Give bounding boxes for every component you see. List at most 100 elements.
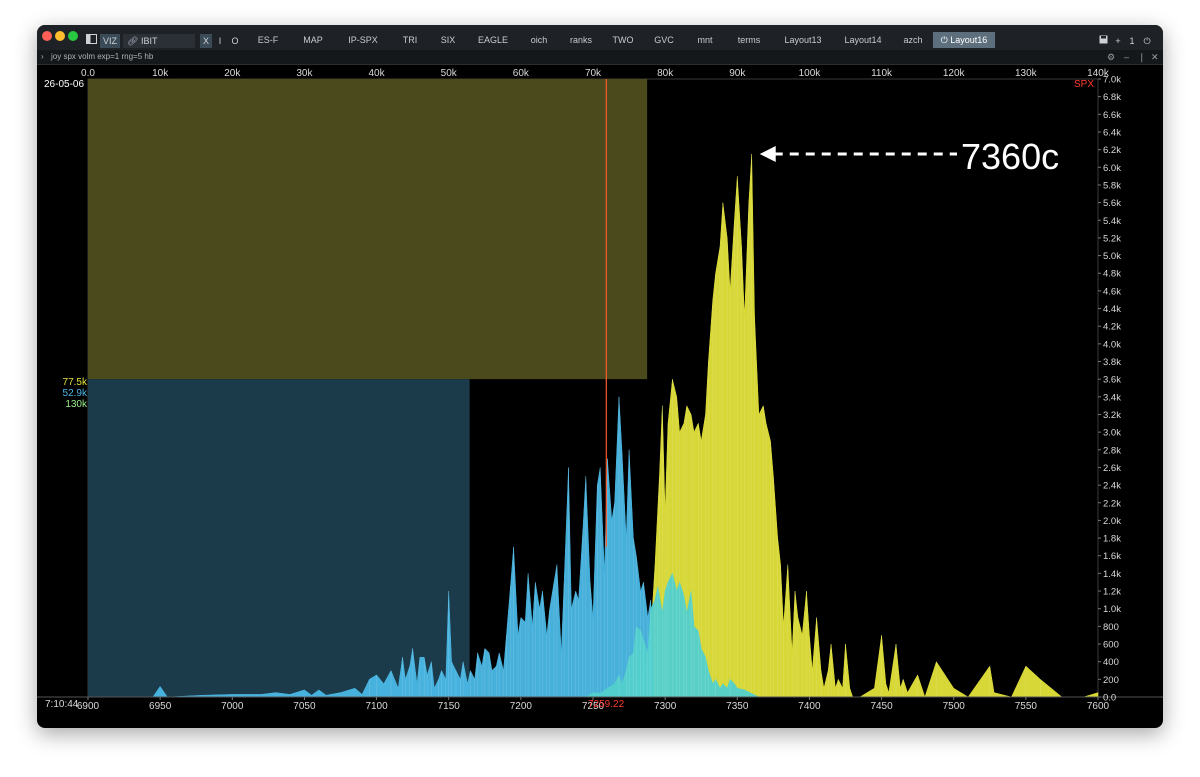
- tab-es-f[interactable]: ES-F: [245, 32, 291, 48]
- top-axis-tick-label: 50k: [441, 68, 458, 79]
- add-button[interactable]: +: [1113, 34, 1123, 48]
- y-tick-label: 4.0k: [1103, 339, 1121, 350]
- annotation-arrowhead: [759, 146, 776, 163]
- top-axis-tick-label: 110k: [871, 68, 893, 79]
- tab-map[interactable]: MAP: [291, 32, 335, 48]
- minimize-window-button[interactable]: [55, 31, 65, 41]
- mode-i-button[interactable]: I: [215, 34, 225, 48]
- y-tick-label: 1.4k: [1103, 569, 1121, 580]
- y-tick-label: 5.8k: [1103, 180, 1121, 191]
- ticker-value: IBIT: [140, 36, 158, 46]
- spot-price-label: 7259.22: [588, 699, 625, 710]
- y-tick-label: 1.2k: [1103, 587, 1121, 598]
- tab-layout16[interactable]: ⏻ Layout16: [933, 32, 995, 48]
- minimize-icon[interactable]: –: [1124, 50, 1129, 64]
- top-axis-tick-label: 10k: [152, 68, 169, 79]
- y-tick-label: 5.6k: [1103, 198, 1121, 209]
- power-icon: ⏻: [940, 35, 951, 45]
- tab-terms[interactable]: terms: [725, 32, 773, 48]
- top-axis-tick-label: 20k: [224, 68, 241, 79]
- tab-six[interactable]: SIX: [429, 32, 467, 48]
- top-axis-tick-label: 100k: [799, 68, 822, 79]
- top-axis-tick-label: 30k: [296, 68, 313, 79]
- top-axis-tick-label: 80k: [657, 68, 674, 79]
- close-icon[interactable]: ✕: [1151, 50, 1159, 64]
- mode-o-button[interactable]: O: [229, 34, 241, 48]
- tab-tri[interactable]: TRI: [391, 32, 429, 48]
- x-tick-label: 7050: [293, 701, 316, 712]
- put-total-label: 52.9k: [62, 388, 87, 399]
- y-tick-label: 200: [1103, 675, 1119, 686]
- y-tick-label: 2.8k: [1103, 445, 1121, 456]
- call-total-bar: [88, 79, 648, 380]
- x-tick-label: 7300: [654, 701, 677, 712]
- tab-label: Layout16: [950, 35, 988, 45]
- strike-annotation: 7360c: [961, 136, 1060, 177]
- sidebar-toggle-icon[interactable]: [85, 34, 97, 48]
- y-tick-label: 2.2k: [1103, 498, 1121, 509]
- y-tick-label: 3.2k: [1103, 410, 1121, 421]
- link-icon: 🔗︎: [127, 36, 139, 46]
- y-tick-label: 4.8k: [1103, 269, 1121, 280]
- tab-oich[interactable]: oich: [519, 32, 559, 48]
- y-tick-label: 5.4k: [1103, 216, 1121, 227]
- pin-icon[interactable]: ❘: [1138, 50, 1146, 64]
- mode-x-button[interactable]: X: [200, 34, 212, 48]
- y-tick-label: 400: [1103, 657, 1119, 668]
- y-tick-label: 6.4k: [1103, 127, 1121, 138]
- x-tick-label: 7150: [438, 701, 461, 712]
- save-icon[interactable]: [1098, 34, 1108, 48]
- all-total-label: 130k: [65, 399, 87, 410]
- tab-gvc[interactable]: GVC: [643, 32, 685, 48]
- y-tick-label: 3.0k: [1103, 428, 1121, 439]
- viz-button[interactable]: VIZ: [100, 34, 120, 48]
- y-tick-label: 3.8k: [1103, 357, 1121, 368]
- x-tick-label: 6950: [149, 701, 172, 712]
- y-tick-label: 1.6k: [1103, 551, 1121, 562]
- command-bar: › joy spx volm exp=1 rng=5 hb ⚙︎ – ❘ ✕: [37, 50, 1163, 65]
- y-tick-label: 3.6k: [1103, 375, 1121, 386]
- ticker-input[interactable]: 🔗︎ IBIT: [123, 34, 195, 48]
- settings-icon[interactable]: ⚙︎: [1107, 50, 1115, 64]
- y-tick-label: 1.8k: [1103, 534, 1121, 545]
- y-tick-label: 2.6k: [1103, 463, 1121, 474]
- x-tick-label: 7450: [870, 701, 893, 712]
- chart-date: 26-05-06: [44, 79, 85, 90]
- y-tick-label: 2.4k: [1103, 481, 1121, 492]
- y-tick-label: 600: [1103, 640, 1119, 651]
- chart-symbol: SPX: [1074, 79, 1095, 90]
- close-window-button[interactable]: [42, 31, 52, 41]
- tab-ranks[interactable]: ranks: [559, 32, 603, 48]
- x-tick-label: 7200: [510, 701, 533, 712]
- x-tick-label: 7500: [943, 701, 966, 712]
- tab-layout13[interactable]: Layout13: [773, 32, 833, 48]
- top-axis-tick-label: 130k: [1015, 68, 1038, 79]
- y-tick-label: 4.6k: [1103, 286, 1121, 297]
- tab-eagle[interactable]: EAGLE: [467, 32, 519, 48]
- y-tick-label: 4.2k: [1103, 322, 1121, 333]
- x-tick-label: 7550: [1015, 701, 1038, 712]
- y-tick-label: 6.0k: [1103, 163, 1121, 174]
- y-tick-label: 2.0k: [1103, 516, 1121, 527]
- power-icon[interactable]: ⏻: [1141, 34, 1153, 48]
- tab-ip-spx[interactable]: IP-SPX: [335, 32, 391, 48]
- zoom-window-button[interactable]: [68, 31, 78, 41]
- count-button[interactable]: 1: [1127, 34, 1137, 48]
- chevron-right-icon: ›: [41, 52, 44, 61]
- y-tick-label: 3.4k: [1103, 392, 1121, 403]
- y-tick-label: 5.0k: [1103, 251, 1121, 262]
- tab-layout14[interactable]: Layout14: [833, 32, 893, 48]
- series-area-calls: [628, 153, 1099, 698]
- tab-bar: VIZ 🔗︎ IBIT X I O ES-F MAP IP-SPX TRI SIX EAG…: [37, 25, 1163, 50]
- x-tick-label: 7400: [798, 701, 821, 712]
- top-axis-tick-label: 60k: [513, 68, 530, 79]
- tab-mnt[interactable]: mnt: [685, 32, 725, 48]
- tab-two[interactable]: TWO: [603, 32, 643, 48]
- y-tick-label: 5.2k: [1103, 233, 1121, 244]
- call-total-label: 77.5k: [62, 377, 87, 388]
- command-input[interactable]: joy spx volm exp=1 rng=5 hb: [51, 50, 153, 64]
- y-tick-label: 6.2k: [1103, 145, 1121, 156]
- y-tick-label: 6.6k: [1103, 110, 1121, 121]
- x-tick-label: 6900: [77, 701, 100, 712]
- tab-azch[interactable]: azch: [893, 32, 933, 48]
